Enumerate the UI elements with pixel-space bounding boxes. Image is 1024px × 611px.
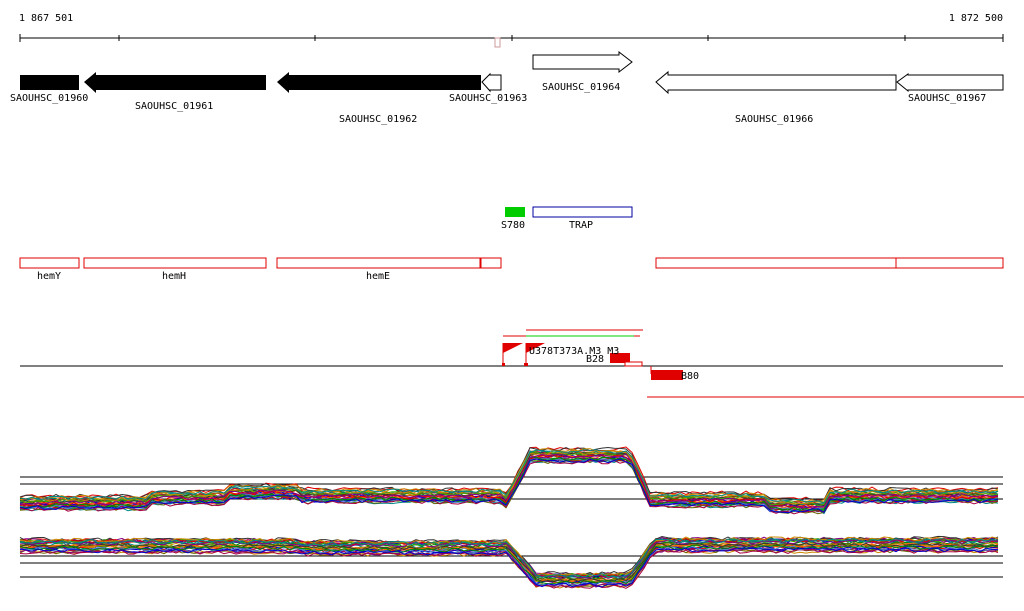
operon-hemy[interactable]: hemY [19, 257, 80, 282]
gene-saouhsc-01961[interactable]: SAOUHSC_01961 [84, 72, 266, 112]
genome-browser-view: SAOUHSC_01960 SAOUHSC_01961 SAOUHSC_0196… [10, 34, 1024, 589]
feature-label: TRAP [569, 220, 593, 231]
sample-profile-line [19, 457, 999, 513]
gene-label: SAOUHSC_01962 [339, 114, 417, 125]
gene-saouhsc-01967[interactable]: SAOUHSC_01967 [896, 73, 1004, 104]
viewport-marker[interactable] [494, 37, 501, 48]
operon-label: hemE [366, 271, 390, 282]
transcript-track: U378T373A.M3 M3 B28 B80 [20, 329, 1024, 398]
operon-track: hemY hemH hemE [19, 257, 1004, 282]
sample-profile-line [19, 459, 999, 515]
tss-marker[interactable] [503, 343, 523, 353]
operon-heme[interactable]: hemE [276, 257, 481, 282]
gene-label: SAOUHSC_01966 [735, 114, 813, 125]
gene-saouhsc-01960[interactable]: SAOUHSC_01960 [10, 75, 88, 104]
gene-track: SAOUHSC_01960 SAOUHSC_01961 SAOUHSC_0196… [10, 50, 1004, 125]
operon-label: hemH [162, 271, 186, 282]
transcript-label: B80 [681, 371, 699, 382]
sample-profile-line [19, 459, 999, 515]
operon-unlabeled[interactable] [480, 257, 502, 269]
feature-track: S780 TRAP [501, 206, 633, 231]
transcript-label: U378T373A.M3 M3 [529, 346, 619, 357]
expression-track-bottom [19, 535, 1003, 589]
gene-saouhsc-01964[interactable]: SAOUHSC_01964 [532, 50, 633, 93]
gene-label: SAOUHSC_01964 [542, 82, 620, 93]
expression-track-top [19, 446, 1003, 515]
feature-trap[interactable]: TRAP [532, 206, 633, 231]
gene-saouhsc-01966[interactable]: SAOUHSC_01966 [655, 70, 897, 125]
gene-label: SAOUHSC_01963 [449, 93, 527, 104]
transcript-label: B28 [586, 354, 604, 365]
operon-unlabeled[interactable] [655, 257, 897, 269]
gene-label: SAOUHSC_01967 [908, 93, 986, 104]
feature-label: S780 [501, 220, 525, 231]
coordinate-ruler [19, 34, 1004, 48]
gene-label: SAOUHSC_01961 [135, 101, 213, 112]
sample-profile-line [19, 458, 999, 513]
operon-hemh[interactable]: hemH [83, 257, 267, 282]
sample-profile-line [19, 459, 999, 515]
feature-s780[interactable]: S780 [501, 207, 525, 231]
transcript-block[interactable] [651, 370, 683, 380]
operon-unlabeled[interactable] [895, 257, 1004, 269]
operon-label: hemY [37, 271, 61, 282]
gene-label: SAOUHSC_01960 [10, 93, 88, 104]
sample-profile-line [19, 547, 999, 588]
